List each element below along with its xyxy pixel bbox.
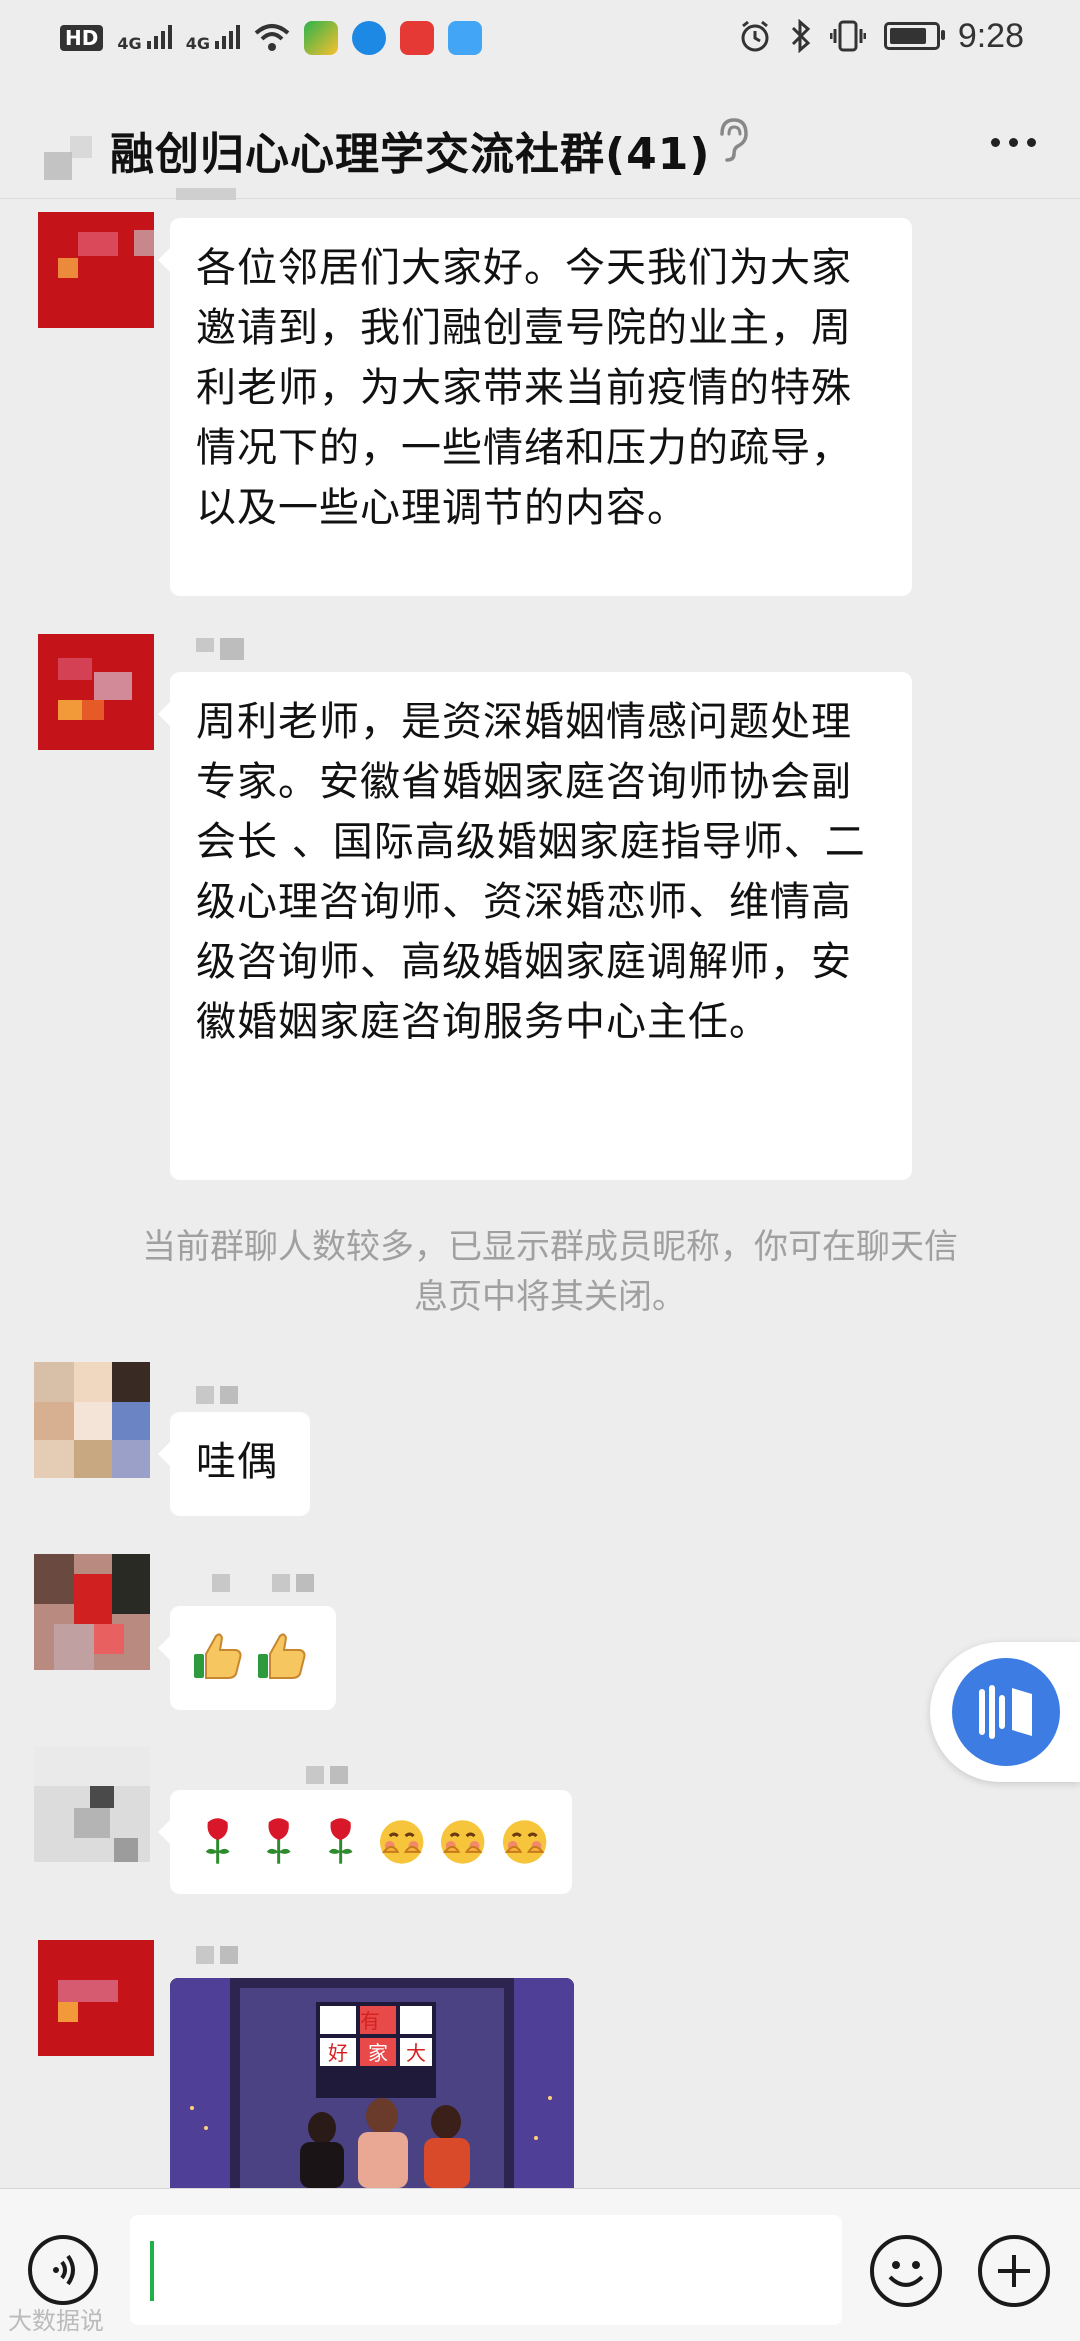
avatar[interactable] [34,1554,150,1670]
back-area-blur [70,136,92,158]
vibrate-icon [829,20,866,52]
signal-4g-icon: 4G [186,23,241,53]
emoji-message[interactable] [158,1790,572,1894]
system-notice: 当前群聊人数较多，已显示群成员昵称，你可在聊天信息页中将其关闭。 [142,1227,958,1317]
sender-nickname [212,1574,314,1592]
emoji-message[interactable] [158,1606,336,1710]
voice-icon[interactable] [28,2235,98,2305]
blush-face-icon [379,1820,424,1864]
avatar[interactable] [38,212,154,328]
sign-char: 大 [406,2041,426,2065]
avatar[interactable] [34,1746,150,1862]
chat-title: 融创归心心理学交流社群(41) [110,129,711,180]
text-caret [150,2241,154,2301]
more-icon[interactable] [991,138,1036,147]
video-app-icon [304,21,339,55]
sender-nickname [196,1386,238,1404]
floating-audio-button[interactable] [930,1642,1080,1782]
blush-face-icon [441,1820,485,1864]
avatar[interactable] [38,634,154,750]
thumbs-up-icon [194,1633,242,1679]
blush-face-icon [502,1820,547,1864]
back-area[interactable] [44,152,72,180]
watermark: 大数据说 [8,2307,104,2335]
photo-content: 有 大 好 家 [170,1978,574,2188]
rose-icon [205,1818,230,1864]
message-app-icon [448,21,483,55]
alarm-icon [741,20,769,52]
emoji-icon[interactable] [870,2235,942,2307]
sender-nickname [306,1766,348,1784]
input-bar: 大数据说 [0,2188,1080,2341]
plus-icon[interactable] [978,2235,1050,2307]
audio-player-icon [952,1658,1060,1766]
sign-char: 家 [368,2041,388,2065]
message-input[interactable] [130,2215,842,2325]
avatar[interactable] [38,1940,154,2056]
sign-char: 有 [360,2009,380,2033]
sign-char: 好 [328,2041,348,2065]
wifi-icon [254,24,290,51]
huawei-app-icon [400,21,435,55]
signal-4g-icon: 4G [117,23,172,53]
rose-icon [328,1818,353,1864]
hd-icon: HD [60,25,104,51]
rose-icon [267,1818,291,1864]
message-bubble[interactable]: 哇偶 [158,1412,310,1516]
bluetooth-icon [791,19,811,53]
image-message[interactable]: 有 大 好 家 [170,1978,574,2188]
clock: 9:28 [957,16,1024,55]
message-bubble[interactable]: 各位邻居们大家好。今天我们为大家邀请到，我们融创壹号院的业主，周利老师，为大家带… [158,218,912,596]
sender-nickname [196,638,244,660]
ear-icon[interactable] [712,116,752,164]
sender-nickname [176,188,236,200]
browser-app-icon [352,21,387,55]
sender-nickname [196,1946,238,1964]
chat-header: 融创归心心理学交流社群(41) [0,80,1080,199]
thumbs-up-icon [258,1633,306,1679]
avatar[interactable] [34,1362,150,1478]
status-bar: HD 4G 4G 9:28 [0,0,1080,76]
message-bubble[interactable]: 周利老师，是资深婚姻情感问题处理专家。安徽省婚姻家庭咨询师协会副会长 、国际高级… [158,672,912,1180]
battery-icon [883,22,945,50]
